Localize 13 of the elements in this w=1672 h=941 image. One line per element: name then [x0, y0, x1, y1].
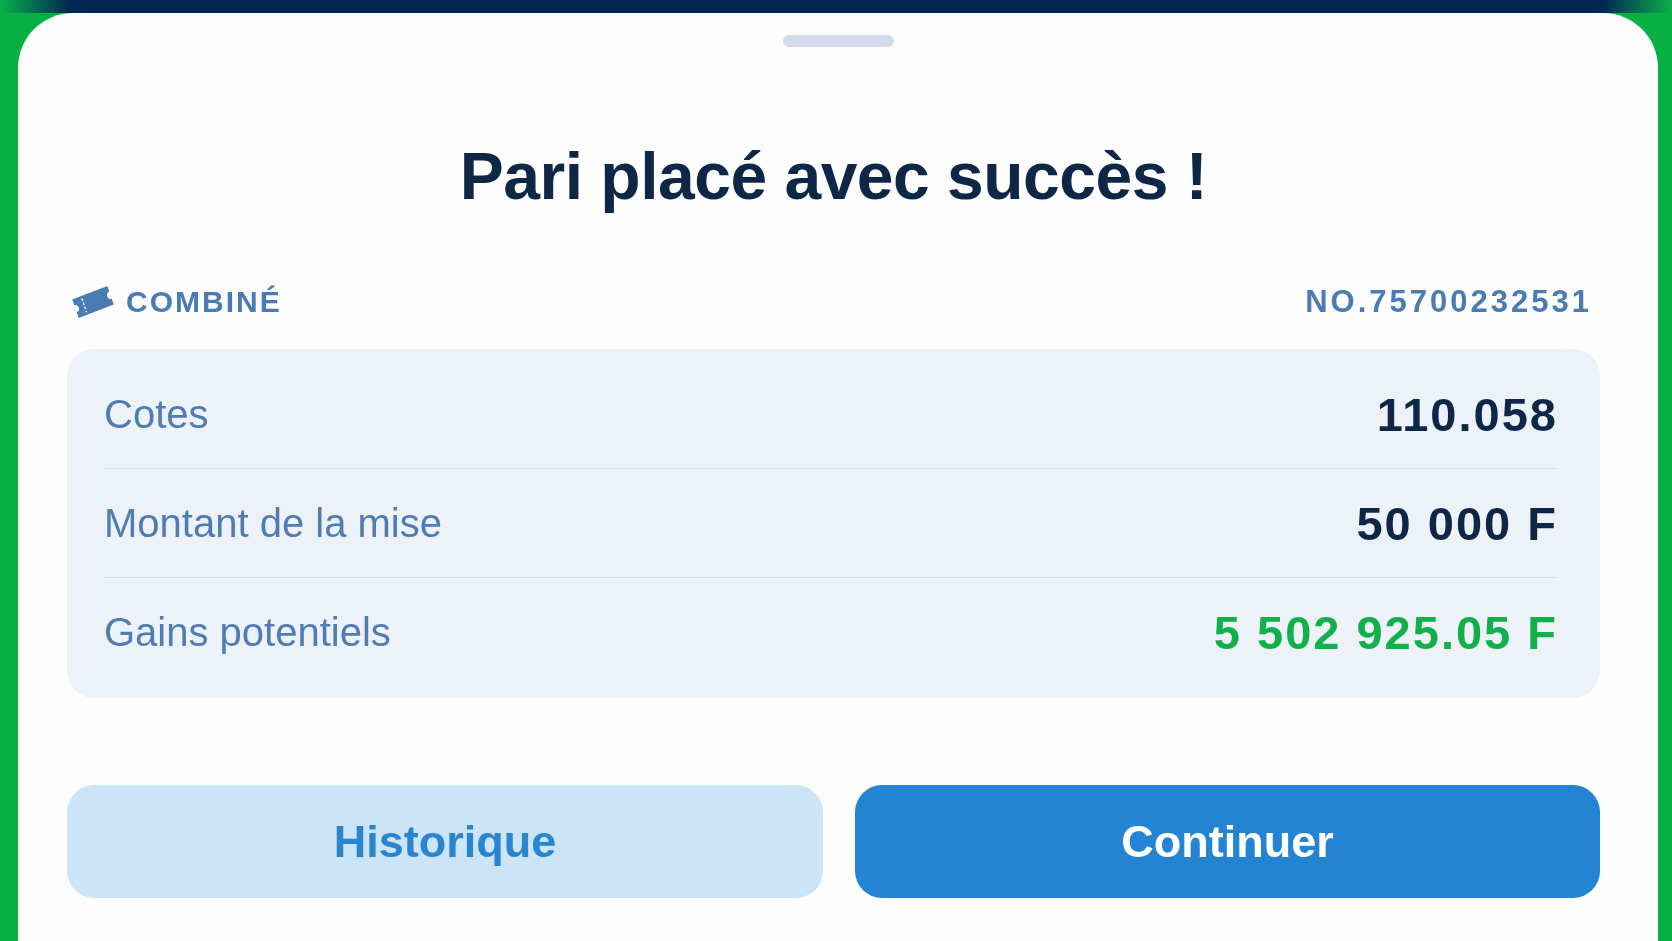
summary-label: Cotes	[104, 391, 209, 437]
summary-label: Gains potentiels	[104, 609, 391, 655]
bet-type-label: COMBINÉ	[126, 285, 282, 319]
continue-button[interactable]: Continuer	[855, 785, 1600, 898]
summary-value: 110.058	[1376, 386, 1558, 442]
success-title: Pari placé avec succès !	[458, 138, 1209, 215]
summary-value: 5 502 925.05 F	[1213, 604, 1558, 660]
ticket-number: NO.75700232531	[1305, 284, 1592, 320]
drag-handle[interactable]	[782, 35, 894, 47]
summary-label: Montant de la mise	[104, 500, 442, 546]
summary-value: 50 000 F	[1356, 495, 1558, 551]
ticket-icon	[72, 286, 114, 318]
history-button[interactable]: Historique	[67, 785, 823, 898]
